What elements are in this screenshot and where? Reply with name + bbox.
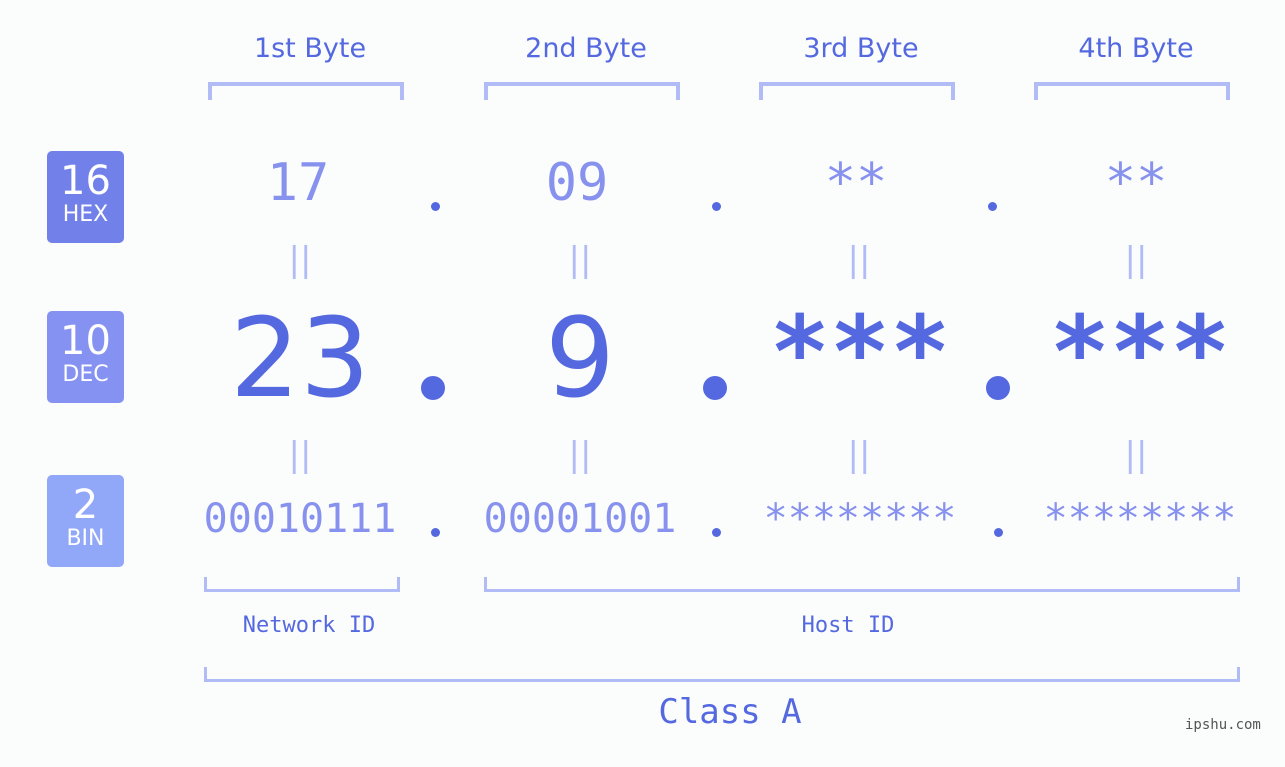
dec-badge-label: DEC: [62, 362, 109, 387]
class-bracket: [204, 667, 1240, 682]
dec-dot-2: [703, 376, 727, 400]
host-id-bracket: [484, 577, 1240, 592]
hex-byte-4: **: [1104, 153, 1168, 213]
bin-dot-1: [431, 528, 440, 537]
hex-byte-2: 09: [545, 153, 609, 213]
host-id-label: Host ID: [801, 613, 895, 638]
dec-badge: 10 DEC: [47, 311, 124, 403]
equals-icon: ||: [568, 435, 592, 475]
dec-badge-number: 10: [60, 318, 111, 364]
bin-badge-label: BIN: [66, 526, 105, 551]
hex-dot-3: [988, 202, 997, 211]
equals-icon: ||: [847, 435, 871, 475]
byte-header-3: 3rd Byte: [803, 33, 919, 64]
byte-bracket-4: [1034, 82, 1230, 100]
equals-icon: ||: [847, 240, 871, 280]
dec-byte-4: ***: [1049, 294, 1231, 411]
class-label: Class A: [658, 692, 802, 732]
bin-dot-3: [994, 528, 1003, 537]
byte-bracket-1: [208, 82, 404, 100]
bin-byte-4: ********: [1043, 496, 1237, 542]
bin-dot-2: [712, 528, 721, 537]
dec-dot-1: [421, 376, 445, 400]
dec-dot-3: [986, 376, 1010, 400]
equals-icon: ||: [288, 240, 312, 280]
equals-icon: ||: [568, 240, 592, 280]
hex-byte-3: **: [824, 153, 888, 213]
equals-icon: ||: [288, 435, 312, 475]
network-id-bracket: [204, 577, 400, 592]
hex-badge-number: 16: [60, 158, 111, 204]
byte-header-2: 2nd Byte: [525, 33, 647, 64]
byte-bracket-3: [759, 82, 955, 100]
bin-badge-number: 2: [72, 482, 99, 528]
hex-dot-1: [431, 202, 440, 211]
bin-badge: 2 BIN: [47, 475, 124, 567]
watermark: ipshu.com: [1185, 717, 1261, 733]
dec-byte-1: 23: [230, 294, 370, 422]
equals-icon: ||: [1124, 240, 1148, 280]
network-id-label: Network ID: [242, 613, 376, 638]
byte-header-1: 1st Byte: [253, 33, 367, 64]
hex-badge: 16 HEX: [47, 151, 124, 243]
byte-header-4: 4th Byte: [1078, 33, 1194, 64]
bin-byte-1: 00010111: [203, 496, 397, 542]
bin-byte-3: ********: [763, 496, 957, 542]
hex-badge-label: HEX: [62, 202, 109, 227]
byte-bracket-2: [484, 82, 680, 100]
equals-icon: ||: [1124, 435, 1148, 475]
bin-byte-2: 00001001: [483, 496, 677, 542]
hex-byte-1: 17: [266, 153, 330, 213]
dec-byte-2: 9: [545, 294, 615, 422]
hex-dot-2: [712, 202, 721, 211]
dec-byte-3: ***: [769, 294, 951, 411]
